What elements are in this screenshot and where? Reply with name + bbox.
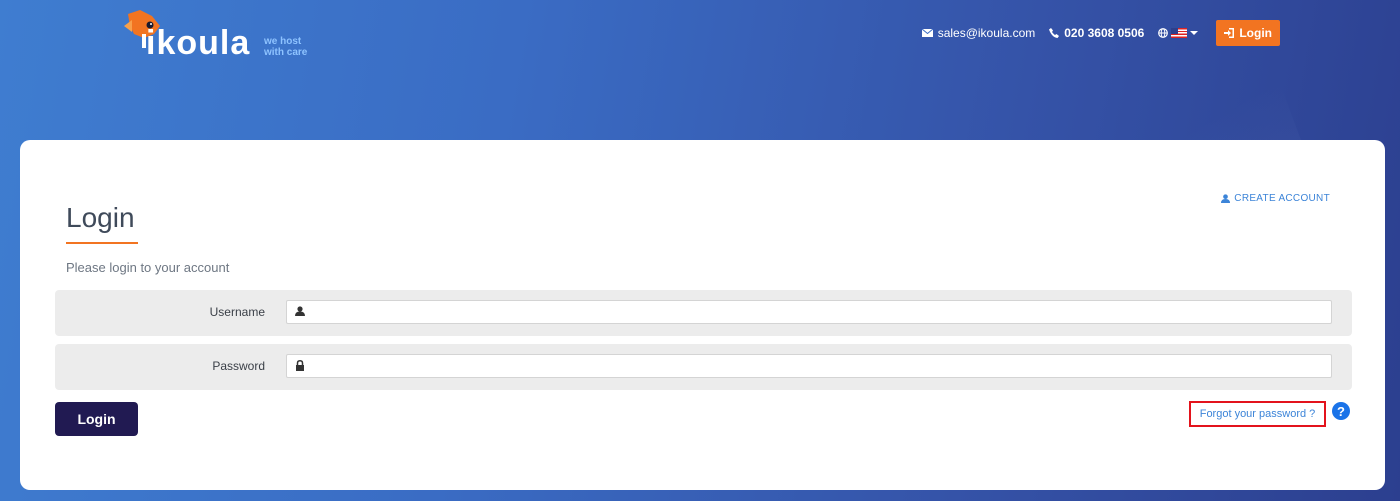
phone-link[interactable]: 020 3608 0506 [1049, 26, 1144, 40]
logo-tagline-line1: we host [264, 36, 302, 47]
forgot-password-link[interactable]: Forgot your password ? [1189, 401, 1326, 427]
password-input[interactable] [311, 355, 1325, 379]
language-selector[interactable] [1158, 28, 1199, 38]
ikoula-logo[interactable]: ikoula we host with care [122, 8, 322, 64]
password-field-wrapper [286, 354, 1332, 379]
phone-text: 020 3608 0506 [1064, 26, 1145, 40]
header-login-button[interactable]: Login [1216, 20, 1280, 46]
password-row: Password [55, 344, 1352, 390]
login-button[interactable]: Login [55, 402, 138, 436]
phone-icon [1049, 28, 1060, 38]
password-label: Password [212, 359, 265, 373]
chevron-down-icon [1190, 31, 1199, 35]
create-account-link[interactable]: CREATE ACCOUNT [1221, 193, 1330, 204]
email-link[interactable]: sales@ikoula.com [921, 26, 1036, 40]
user-icon [1221, 194, 1231, 203]
logo-wordmark: ikoula [146, 24, 251, 62]
logo-tagline: we host with care [264, 36, 307, 58]
user-icon [295, 306, 305, 316]
username-field-wrapper [286, 300, 1332, 325]
help-icon[interactable]: ? [1332, 402, 1350, 420]
email-text: sales@ikoula.com [937, 26, 1036, 40]
username-label: Username [209, 305, 265, 319]
globe-icon [1158, 28, 1169, 38]
top-bar: sales@ikoula.com 020 3608 0506 Login [921, 20, 1280, 46]
title-underline [66, 242, 138, 244]
header-login-label: Login [1239, 26, 1272, 40]
create-account-label: CREATE ACCOUNT [1234, 193, 1330, 204]
username-input[interactable] [311, 301, 1325, 325]
us-flag-icon [1171, 28, 1188, 38]
login-card: CREATE ACCOUNT Login Please login to you… [20, 140, 1385, 490]
envelope-icon [921, 29, 933, 37]
page-title: Login [66, 202, 135, 233]
lock-icon [296, 360, 304, 371]
page-subtitle: Please login to your account [66, 260, 230, 275]
username-row: Username [55, 290, 1352, 336]
logo-tagline-line2: with care [264, 47, 308, 58]
sign-in-icon [1224, 28, 1235, 38]
